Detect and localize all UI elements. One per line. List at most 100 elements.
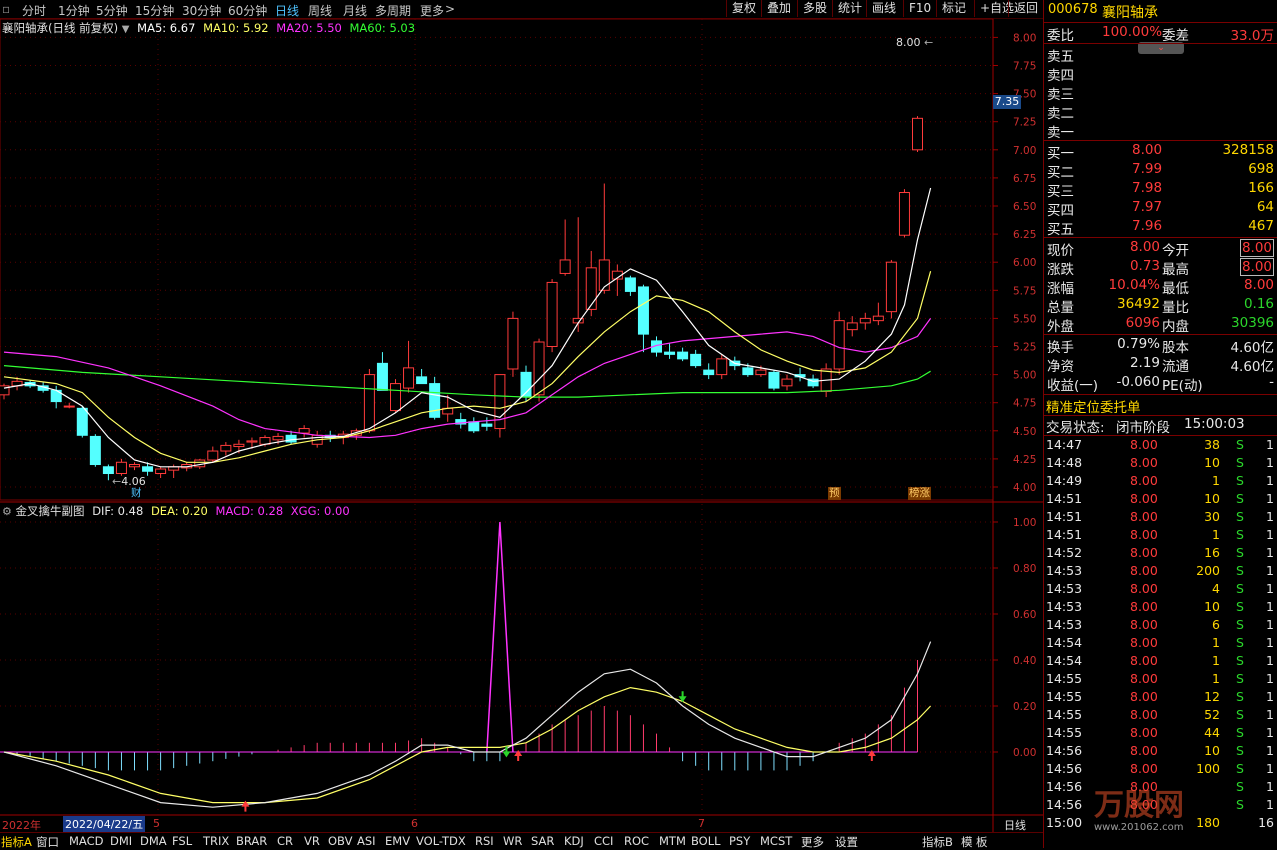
indicator-tab-13[interactable]: VOL-TDX — [416, 834, 466, 848]
tick-time: 14:54 — [1046, 653, 1083, 668]
precise-order-link[interactable]: 精准定位委托单 — [1044, 396, 1277, 416]
candle[interactable] — [455, 412, 467, 429]
candle[interactable] — [546, 279, 558, 353]
candle[interactable] — [298, 425, 310, 438]
price-tick-label: 7.00 — [1013, 145, 1036, 157]
candle[interactable] — [468, 417, 480, 434]
candle[interactable] — [403, 340, 415, 393]
dif-value: DIF: 0.48 — [92, 504, 144, 518]
indicator-tab-6[interactable]: TRIX — [203, 834, 229, 848]
indicator-tab-5[interactable]: FSL — [172, 834, 192, 848]
tick-count: 1 — [1266, 725, 1274, 740]
indicator-tab-21[interactable]: BOLL — [691, 834, 721, 848]
stock-period-title: 襄阳轴承(日线 前复权) — [2, 21, 119, 35]
month-label-6: 6 — [411, 817, 418, 830]
candle[interactable] — [559, 219, 571, 276]
candle[interactable] — [507, 311, 519, 377]
candle[interactable] — [376, 352, 388, 391]
candle[interactable] — [89, 434, 101, 467]
forecast-badge[interactable]: 预 — [828, 487, 841, 500]
indicator-tab-8[interactable]: CR — [277, 834, 293, 848]
candle[interactable] — [115, 458, 127, 476]
candle[interactable] — [129, 462, 140, 471]
candle[interactable] — [664, 343, 676, 359]
indicator-tab-3[interactable]: DMI — [110, 834, 132, 848]
candle[interactable] — [781, 374, 793, 391]
stat-label-2: 今开 — [1162, 243, 1189, 259]
stat-value: 8.00 — [1129, 239, 1160, 255]
candle[interactable] — [220, 442, 232, 456]
candle[interactable] — [155, 466, 167, 479]
candle[interactable] — [0, 383, 10, 400]
chevron-down-icon[interactable]: ▼ — [122, 24, 130, 35]
candle[interactable] — [846, 316, 858, 337]
indicator-tab-19[interactable]: ROC — [624, 834, 649, 848]
candle[interactable] — [624, 275, 636, 296]
candle[interactable] — [363, 368, 375, 434]
candle[interactable] — [494, 374, 506, 438]
tick-price: 8.00 — [1130, 509, 1158, 524]
candle[interactable] — [703, 363, 715, 380]
tick-side: S — [1236, 725, 1244, 740]
candle[interactable] — [390, 379, 401, 413]
tick-side: S — [1236, 617, 1244, 632]
candle[interactable] — [885, 259, 897, 319]
stat-value-2: 30396 — [1231, 315, 1274, 331]
tick-volume: 200 — [1196, 563, 1220, 578]
candle[interactable] — [690, 349, 702, 368]
bid-label: 买一 — [1047, 146, 1074, 162]
tick-row: 14:54 8.00 1 S 1 — [1044, 635, 1277, 653]
candle[interactable] — [794, 367, 806, 382]
tick-count: 1 — [1266, 617, 1274, 632]
candle[interactable] — [207, 446, 219, 463]
gear-icon[interactable]: ⚙ — [2, 505, 12, 518]
macd-value: MACD: 0.28 — [215, 504, 284, 518]
indicator-tab-12[interactable]: EMV — [385, 834, 410, 848]
candle[interactable] — [585, 250, 597, 317]
finance-badge[interactable]: 财 — [130, 487, 143, 500]
candle[interactable] — [416, 368, 428, 385]
period-indicator[interactable]: 日线 — [1004, 817, 1026, 833]
indicator-tab-16[interactable]: SAR — [531, 834, 554, 848]
indicator-tab-20[interactable]: MTM — [659, 834, 686, 848]
indicator-tick-label: 1.00 — [1013, 517, 1036, 529]
candle[interactable] — [637, 284, 649, 353]
indicator-tab-2[interactable]: MACD — [69, 834, 103, 848]
candle[interactable] — [572, 217, 584, 332]
candle[interactable] — [481, 417, 493, 431]
indicator-tab-9[interactable]: VR — [304, 834, 320, 848]
indicator-tab-18[interactable]: CCI — [594, 834, 613, 848]
indicator-tab-11[interactable]: ASI — [357, 834, 376, 848]
indicator-tab-7[interactable]: BRAR — [236, 834, 267, 848]
sell-signal-arrow-icon — [502, 746, 511, 758]
indicator-tab-22[interactable]: PSY — [729, 834, 750, 848]
indicator-tab-15[interactable]: WR — [503, 834, 522, 848]
candle[interactable] — [63, 402, 75, 409]
tick-count: 1 — [1266, 581, 1274, 596]
candle[interactable] — [677, 347, 689, 362]
ranking-badge[interactable]: 榜涨 — [908, 487, 931, 500]
tick-row: 14:51 8.00 10 S 1 — [1044, 491, 1277, 509]
candle[interactable] — [859, 312, 871, 330]
indicator-tab-23[interactable]: MCST — [760, 834, 792, 848]
candle[interactable] — [872, 302, 884, 326]
stat-value-2: 4.60亿 — [1230, 359, 1274, 375]
tick-row: 14:56 8.00 10 S 1 — [1044, 743, 1277, 761]
candle[interactable] — [898, 189, 910, 238]
candle[interactable] — [429, 376, 441, 420]
indicator-tab-17[interactable]: KDJ — [564, 834, 584, 848]
candle[interactable] — [833, 311, 845, 375]
indicator-tab-14[interactable]: RSI — [475, 834, 494, 848]
tick-side: S — [1236, 473, 1244, 488]
candle[interactable] — [768, 370, 780, 391]
kline-chart[interactable]: 8.007.757.507.257.006.756.506.256.005.75… — [0, 0, 1043, 832]
indicator-tab-10[interactable]: OBV — [328, 834, 352, 848]
candle[interactable] — [716, 354, 728, 380]
tick-price: 8.00 — [1130, 527, 1158, 542]
candle[interactable] — [598, 183, 610, 294]
bid-volume: 64 — [1256, 199, 1274, 215]
stat-value-2: 0.16 — [1243, 296, 1274, 312]
indicator-tab-4[interactable]: DMA — [140, 834, 167, 848]
candle[interactable] — [912, 116, 923, 153]
ask-row-2: 卖二 — [1044, 102, 1277, 122]
